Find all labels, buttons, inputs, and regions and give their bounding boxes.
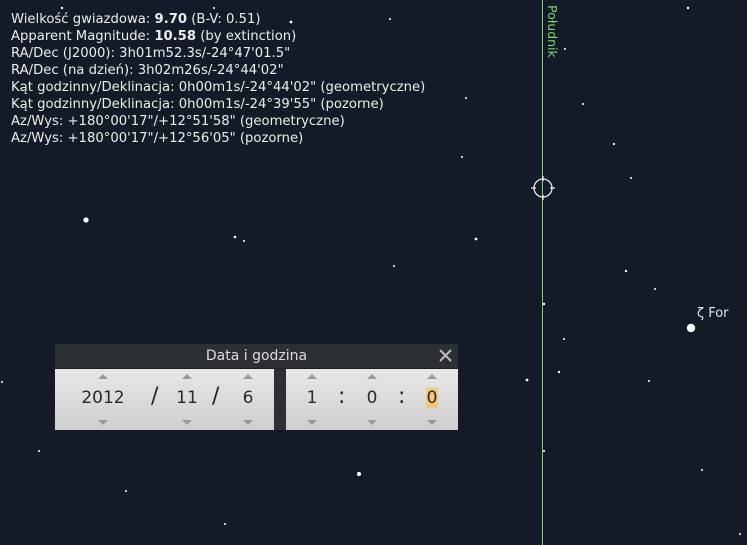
month-up-arrow-icon[interactable] (182, 374, 192, 379)
minute-value[interactable]: 0 (357, 387, 387, 409)
minute-spinner[interactable]: 0 (357, 369, 387, 430)
date-separator: / (151, 384, 159, 409)
month-spinner[interactable]: 11 (167, 369, 207, 430)
info-azalt-geometric: Az/Wys: +180°00'17"/+12°51'58" (geometry… (11, 114, 345, 129)
time-separator: : (398, 384, 406, 409)
time-separator: : (338, 384, 346, 409)
day-spinner[interactable]: 6 (228, 369, 268, 430)
hour-up-arrow-icon[interactable] (307, 374, 317, 379)
year-spinner[interactable]: 2012 (65, 369, 141, 430)
dialog-title: Data i godzina (205, 348, 308, 364)
time-panel: 1 : 0 : 0 (286, 369, 458, 430)
year-value[interactable]: 2012 (65, 387, 141, 409)
date-separator: / (212, 384, 220, 409)
info-apparent-magnitude: Apparent Magnitude: 10.58 (by extinction… (11, 29, 297, 44)
hour-value[interactable]: 1 (297, 387, 327, 409)
second-down-arrow-icon[interactable] (427, 420, 437, 425)
day-up-arrow-icon[interactable] (243, 374, 253, 379)
second-up-arrow-icon[interactable] (427, 374, 437, 379)
close-icon[interactable] (437, 347, 454, 364)
star-label: ζ For (697, 306, 729, 321)
minute-down-arrow-icon[interactable] (367, 420, 377, 425)
year-up-arrow-icon[interactable] (98, 374, 108, 379)
second-spinner[interactable]: 0 (417, 369, 447, 430)
info-azalt-apparent: Az/Wys: +180°00'17"/+12°56'05" (pozorne) (11, 131, 304, 146)
month-value[interactable]: 11 (167, 387, 207, 409)
hour-down-arrow-icon[interactable] (307, 420, 317, 425)
minute-up-arrow-icon[interactable] (367, 374, 377, 379)
info-radec-j2000: RA/Dec (J2000): 3h01m52.3s/-24°47'01.5" (11, 46, 291, 61)
info-hourangle-apparent: Kąt godzinny/Deklinacja: 0h00m1s/-24°39'… (11, 97, 384, 112)
dialog-titlebar[interactable]: Data i godzina (55, 344, 458, 369)
month-down-arrow-icon[interactable] (182, 420, 192, 425)
info-magnitude: Wielkość gwiazdowa: 9.70 (B-V: 0.51) (11, 12, 261, 27)
hour-spinner[interactable]: 1 (297, 369, 327, 430)
day-down-arrow-icon[interactable] (243, 420, 253, 425)
year-down-arrow-icon[interactable] (98, 420, 108, 425)
date-time-dialog: Data i godzina 2012 / 11 / 6 1: 0: 0 (55, 344, 458, 430)
meridian-label: Południk (545, 5, 560, 58)
day-value[interactable]: 6 (228, 387, 268, 409)
second-value[interactable]: 0 (417, 387, 447, 409)
panel-divider (274, 369, 286, 430)
info-hourangle-geometric: Kąt godzinny/Deklinacja: 0h00m1s/-24°44'… (11, 80, 426, 95)
info-radec-of-date: RA/Dec (na dzień): 3h02m26s/-24°44'02" (11, 63, 284, 78)
object-info-panel: Wielkość gwiazdowa: 9.70 (B-V: 0.51) App… (11, 11, 425, 147)
date-panel: 2012 / 11 / 6 (55, 369, 274, 430)
